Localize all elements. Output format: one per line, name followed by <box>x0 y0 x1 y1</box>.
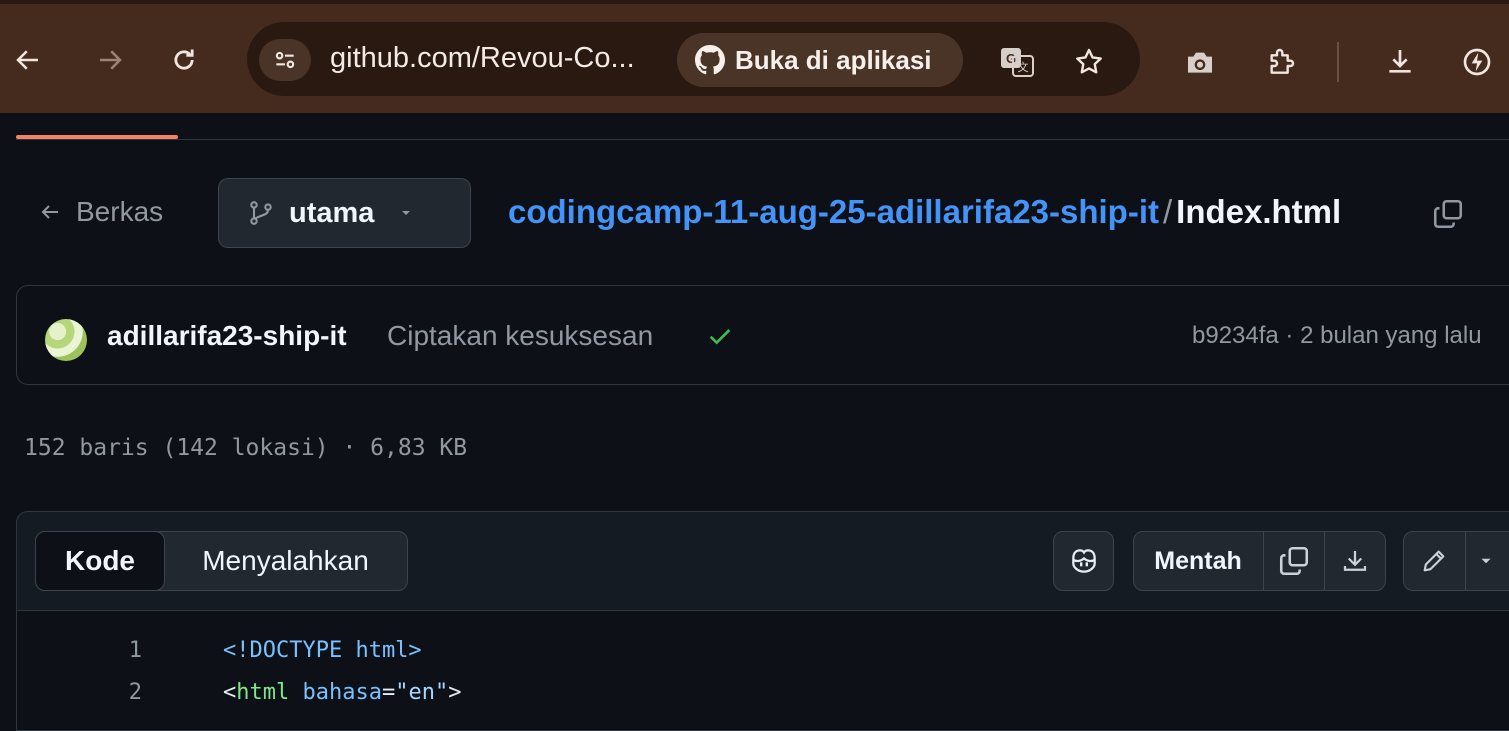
code-token: < <box>223 680 237 705</box>
arrow-left-icon <box>16 50 38 70</box>
code-text: <!DOCTYPE html> <box>223 638 422 663</box>
avatar[interactable] <box>45 319 87 361</box>
code-text: <html bahasa="en"> <box>223 680 461 705</box>
github-logo-icon <box>695 45 725 75</box>
camera-icon <box>1188 52 1212 73</box>
back-to-files-link[interactable]: Berkas <box>38 196 163 228</box>
toolbar-separator <box>1337 42 1339 82</box>
triangle-down-icon <box>402 211 411 215</box>
repo-link[interactable]: codingcamp-11-aug-25-adillarifa23-ship-i… <box>508 193 1159 230</box>
reload-button[interactable] <box>164 40 204 80</box>
triangle-down-icon <box>1481 558 1491 564</box>
extensions-button[interactable] <box>1261 42 1301 82</box>
download-raw-button[interactable] <box>1325 531 1385 591</box>
browser-toolbar: github.com/Revou-Co... Buka di aplikasi … <box>0 0 1509 113</box>
tab-blame[interactable]: Menyalahkan <box>164 532 407 590</box>
code-token: "en" <box>395 680 449 705</box>
file-stats: 152 baris (142 lokasi) · 6,83 KB <box>24 435 468 461</box>
star-icon <box>1076 48 1102 74</box>
branch-selector[interactable]: utama <box>218 178 471 248</box>
code-token: > <box>448 680 462 705</box>
breadcrumb-separator: / <box>1162 193 1173 230</box>
copilot-icon <box>1071 549 1096 573</box>
camera-button[interactable] <box>1180 42 1220 82</box>
git-branch-icon <box>250 201 272 225</box>
commit-message-link[interactable]: Ciptakan kesuksesan <box>387 320 653 352</box>
back-button[interactable] <box>8 40 48 80</box>
line-number[interactable]: 2 <box>16 680 142 705</box>
arrow-left-icon <box>41 205 58 219</box>
branch-name: utama <box>289 196 375 229</box>
site-info-button[interactable] <box>259 39 311 81</box>
pencil-icon <box>1423 550 1445 572</box>
copy-icon <box>1279 546 1309 576</box>
download-icon <box>1343 551 1367 571</box>
copy-icon <box>1433 199 1463 229</box>
open-in-app-label: Buka di aplikasi <box>735 44 932 75</box>
raw-button-label: Mentah <box>1154 546 1242 575</box>
translate-icon: G 文 <box>1001 48 1034 77</box>
svg-text:G: G <box>1006 51 1016 66</box>
edit-dropdown-button[interactable] <box>1466 531 1506 591</box>
edit-file-button[interactable] <box>1403 531 1465 591</box>
bookmark-button[interactable] <box>1069 42 1109 82</box>
puzzle-icon <box>1270 48 1295 74</box>
copy-raw-button[interactable] <box>1264 531 1324 591</box>
browser-tabstrip-edge <box>0 0 1509 4</box>
code-token: <!DOCTYPE html> <box>223 638 422 663</box>
check-icon <box>709 329 731 345</box>
raw-button[interactable]: Mentah <box>1133 531 1263 591</box>
code-token: html <box>236 680 290 705</box>
check-status[interactable] <box>704 320 736 352</box>
open-in-app-chip[interactable]: Buka di aplikasi <box>677 33 963 87</box>
back-to-files-label: Berkas <box>76 196 164 227</box>
view-mode-toggle: Kode Menyalahkan <box>35 531 408 591</box>
commit-author-link[interactable]: adillarifa23-ship-it <box>107 320 347 352</box>
reload-icon <box>174 49 194 70</box>
code-line: 2 <html bahasa="en"> <box>16 680 1509 720</box>
svg-text:文: 文 <box>1018 60 1029 74</box>
line-number[interactable]: 1 <box>16 638 142 663</box>
forward-button[interactable] <box>90 40 130 80</box>
performance-icon <box>1463 48 1491 76</box>
performance-button[interactable] <box>1457 42 1497 82</box>
file-breadcrumb: codingcamp-11-aug-25-adillarifa23-ship-i… <box>508 193 1341 231</box>
code-token: bahasa <box>302 680 382 705</box>
copilot-button[interactable] <box>1053 531 1114 591</box>
code-line: 1 <!DOCTYPE html> <box>16 638 1509 678</box>
tab-code[interactable]: Kode <box>35 531 165 591</box>
tune-icon <box>275 51 295 69</box>
header-divider <box>16 139 1509 140</box>
download-icon <box>1389 50 1411 73</box>
code-token: = <box>381 680 396 705</box>
downloads-button[interactable] <box>1380 42 1420 82</box>
arrow-right-icon <box>100 50 122 70</box>
file-name: Index.html <box>1176 193 1342 230</box>
translate-button[interactable]: G 文 <box>997 42 1037 82</box>
commit-sha-and-time[interactable]: b9234fa · 2 bulan yang lalu <box>1192 322 1482 350</box>
copy-path-button[interactable] <box>1428 194 1468 234</box>
url-text[interactable]: github.com/Revou-Co... <box>330 42 635 75</box>
